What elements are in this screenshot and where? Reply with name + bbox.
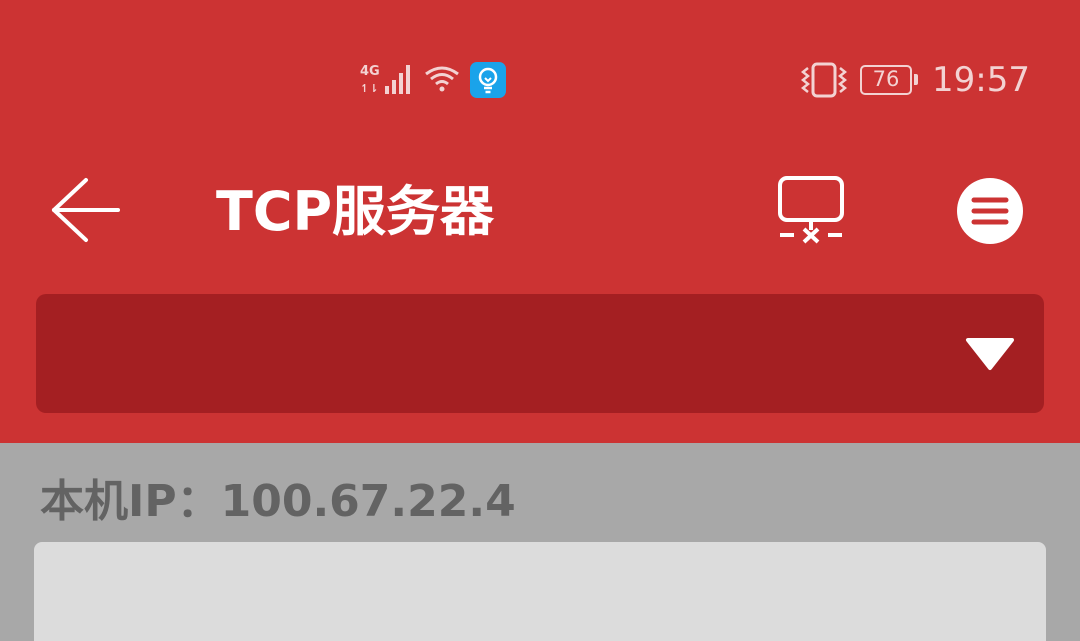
local-ip-value: 100.67.22.4 xyxy=(220,476,516,527)
signal-4g-icon: 4G ↿⇂ xyxy=(360,64,410,95)
disconnect-button[interactable] xyxy=(770,172,852,248)
svg-text:↿⇂: ↿⇂ xyxy=(360,82,378,95)
message-area[interactable] xyxy=(34,542,1046,641)
connection-dropdown[interactable] xyxy=(36,294,1044,413)
local-ip-row: 本机IP：100.67.22.4 xyxy=(40,474,516,530)
vibrate-icon xyxy=(800,62,848,98)
triangle-down-icon xyxy=(966,338,1014,370)
local-ip-label: 本机IP： xyxy=(40,476,221,527)
arrow-left-icon xyxy=(52,178,120,242)
back-button[interactable] xyxy=(44,172,128,252)
page-title: TCP服务器 xyxy=(216,180,495,243)
monitor-disconnect-icon xyxy=(778,176,844,244)
menu-circle-icon xyxy=(957,178,1023,244)
status-bar: 4G ↿⇂ 76 19:57 xyxy=(0,0,1080,160)
menu-button[interactable] xyxy=(952,176,1028,246)
lightbulb-app-icon xyxy=(470,62,506,98)
status-time: 19:57 xyxy=(932,60,1030,100)
svg-text:4G: 4G xyxy=(360,64,380,79)
app-screen: 4G ↿⇂ 76 19:57 TCP服务器 本机IP：100.67.22.4 xyxy=(0,0,1080,641)
wifi-icon xyxy=(425,66,459,92)
battery-icon: 76 xyxy=(860,65,918,95)
app-header: 4G ↿⇂ 76 19:57 TCP服务器 xyxy=(0,0,1080,443)
